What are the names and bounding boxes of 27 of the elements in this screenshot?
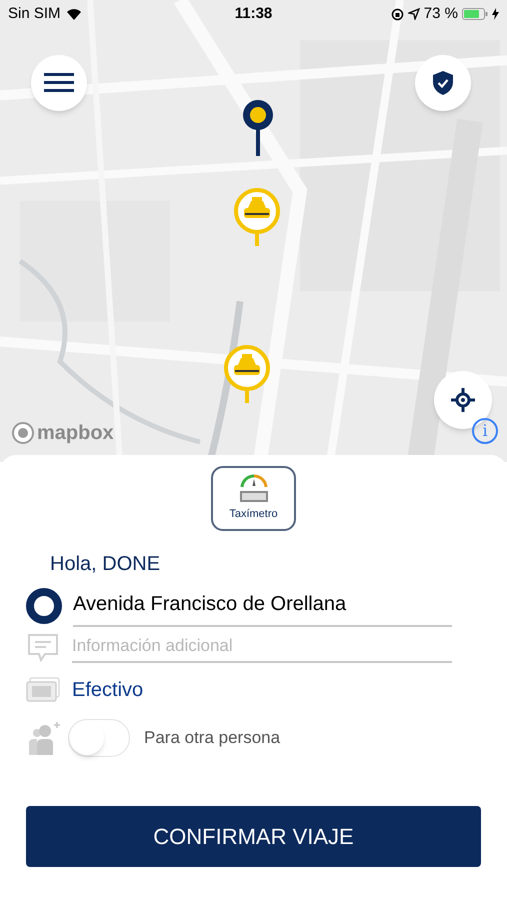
carrier-text: Sin SIM (8, 4, 61, 24)
map-attribution-logo: mapbox (37, 421, 114, 446)
other-person-label: Para otra persona (144, 727, 280, 750)
location-arrow-icon (408, 8, 420, 20)
other-person-toggle[interactable] (68, 719, 130, 757)
chat-bubble-icon (26, 633, 60, 663)
battery-percent-text: 73 % (424, 4, 458, 24)
cash-icon (26, 677, 60, 703)
origin-field[interactable]: Avenida Francisco de Orellana (73, 585, 452, 627)
shield-check-icon (432, 70, 454, 96)
greeting-text: Hola, DONE (50, 552, 162, 577)
wifi-icon (64, 7, 83, 21)
charging-bolt-icon (492, 8, 499, 20)
menu-icon (44, 73, 74, 93)
clock-text: 11:38 (234, 4, 272, 24)
battery-icon (462, 8, 488, 20)
taximeter-button[interactable]: Taxímetro (211, 466, 296, 531)
origin-marker-icon (26, 588, 62, 624)
confirm-trip-button[interactable]: CONFIRMAR VIAJE (26, 806, 481, 867)
orientation-lock-icon (390, 8, 404, 20)
add-person-icon (26, 721, 62, 755)
pickup-pin-icon (241, 98, 275, 158)
crosshair-icon (451, 388, 475, 412)
payment-method-text[interactable]: Efectivo (72, 675, 144, 705)
taxi-marker-icon (222, 345, 272, 405)
taxi-marker-icon (232, 188, 282, 248)
additional-info-field[interactable]: Información adicional (72, 633, 452, 663)
